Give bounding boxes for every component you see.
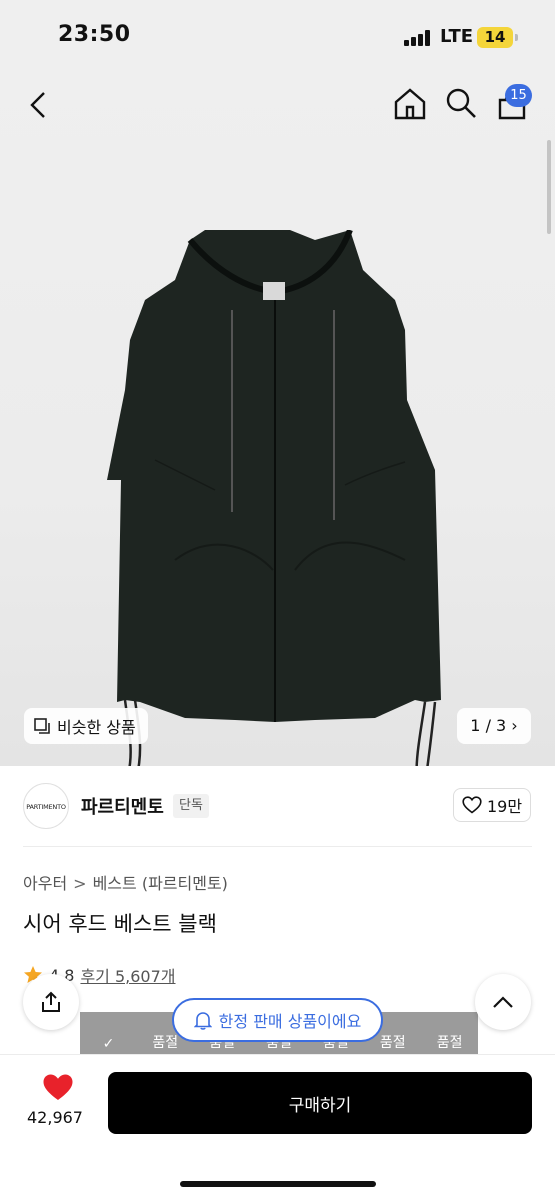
breadcrumb-subcategory[interactable]: 베스트 (파르티멘토): [93, 874, 228, 893]
brand-like-count: 19만: [486, 797, 523, 816]
share-icon: [42, 991, 60, 1012]
scroll-top-button[interactable]: [475, 974, 531, 1030]
exclusive-badge: 단독: [173, 794, 209, 818]
bell-icon: [193, 1011, 212, 1030]
network-type: LTE: [440, 26, 474, 47]
chevron-up-icon: [493, 996, 513, 1008]
cart-badge: 15: [505, 84, 532, 107]
similar-products-label: 비슷한 상품: [57, 718, 136, 737]
limited-sale-notice: 한정 판매 상품이에요: [172, 998, 383, 1042]
share-button[interactable]: [23, 974, 79, 1030]
vest-image: [107, 230, 441, 766]
breadcrumb: 아우터 > 베스트 (파르티멘토): [23, 870, 228, 894]
review-count-link[interactable]: 후기 5,607개: [80, 963, 175, 987]
size-option[interactable]: 품절: [421, 1032, 478, 1052]
wish-count: 42,967: [27, 1108, 83, 1127]
image-pager[interactable]: 1 / 3 ›: [457, 708, 531, 744]
status-time: 23:50: [58, 22, 131, 47]
back-icon[interactable]: [26, 90, 50, 120]
buy-button[interactable]: 구매하기: [108, 1072, 532, 1134]
copy-icon: [34, 717, 50, 734]
chevron-right-icon: >: [73, 874, 87, 893]
search-icon[interactable]: [444, 86, 478, 120]
breadcrumb-category[interactable]: 아우터: [23, 874, 67, 893]
size-option-selected[interactable]: ✓: [80, 1036, 137, 1052]
brand-like-button[interactable]: 19만: [453, 788, 531, 822]
product-title: 시어 후드 베스트 블랙: [23, 912, 217, 936]
scroll-indicator: [547, 140, 551, 234]
divider: [23, 846, 532, 847]
product-image[interactable]: 비슷한 상품 1 / 3 ›: [0, 70, 555, 766]
brand-row[interactable]: PARTIMENTO 파르티멘토 단독 19만: [0, 780, 555, 832]
battery-tip: [515, 34, 518, 41]
brand-name[interactable]: 파르티멘토: [81, 793, 164, 819]
similar-products-button[interactable]: 비슷한 상품: [24, 708, 148, 744]
signal-icon: [404, 30, 432, 46]
home-indicator: [180, 1181, 376, 1187]
heart-outline-icon: [462, 796, 482, 814]
home-icon[interactable]: [392, 86, 428, 122]
status-bar: 23:50 LTE 14: [0, 0, 555, 70]
heart-filled-icon[interactable]: [42, 1073, 74, 1102]
battery-icon: 14: [477, 27, 513, 48]
brand-logo[interactable]: PARTIMENTO: [23, 783, 69, 829]
limited-sale-label: 한정 판매 상품이에요: [218, 1012, 362, 1031]
